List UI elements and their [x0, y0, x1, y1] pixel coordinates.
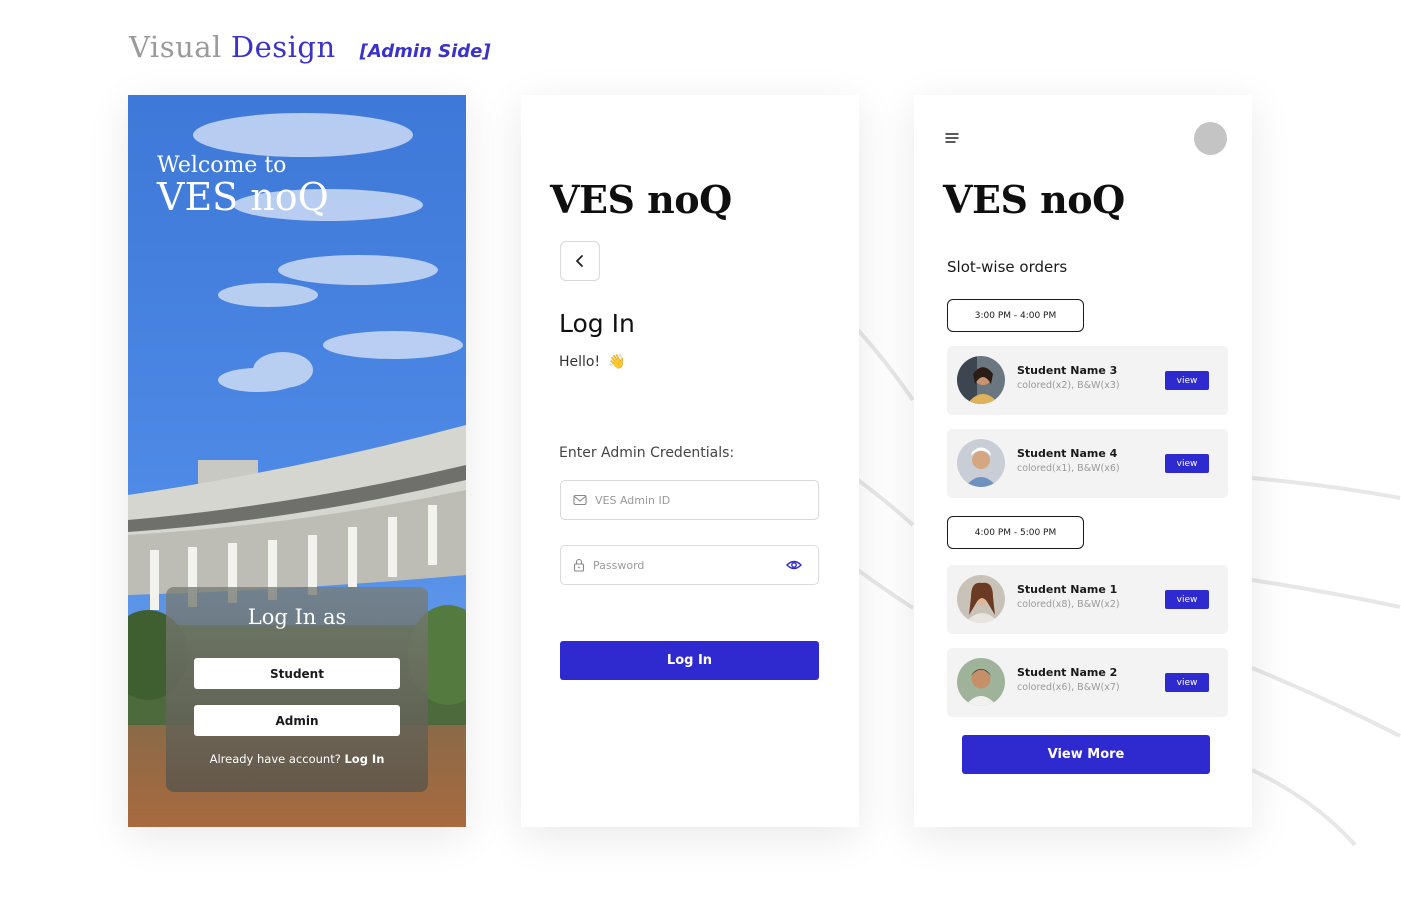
student-avatar: [957, 575, 1005, 623]
brand-title: VES noQ: [550, 177, 732, 222]
order-detail: colored(x6), B&W(x7): [1017, 682, 1120, 693]
student-avatar: [957, 658, 1005, 706]
section-title: Slot-wise orders: [947, 258, 1068, 276]
heading-word-visual: Visual: [129, 30, 222, 64]
order-card: Student Name 3 colored(x2), B&W(x3) view: [947, 346, 1228, 415]
brand-title: VES noQ: [943, 177, 1125, 222]
view-order-button[interactable]: view: [1165, 371, 1209, 390]
view-order-button[interactable]: view: [1165, 590, 1209, 609]
view-order-button[interactable]: view: [1165, 454, 1209, 473]
credentials-label: Enter Admin Credentials:: [559, 445, 735, 461]
view-order-button[interactable]: view: [1165, 673, 1209, 692]
student-name: Student Name 3: [1017, 364, 1118, 377]
student-button[interactable]: Student: [194, 658, 400, 689]
page-heading: Visual Design [Admin Side]: [129, 30, 491, 64]
login-as-card: Log In as Student Admin Already have acc…: [166, 587, 428, 792]
admin-login-screen: VES noQ Log In Hello! 👋 Enter Admin Cred…: [521, 95, 859, 827]
welcome-screen: Welcome to VES noQ Log In as Student Adm…: [128, 95, 466, 827]
password-field[interactable]: [560, 545, 819, 585]
chevron-left-icon: [576, 255, 583, 267]
login-link[interactable]: Log In: [344, 752, 384, 766]
order-detail: colored(x1), B&W(x6): [1017, 463, 1120, 474]
admin-button[interactable]: Admin: [194, 705, 400, 736]
existing-account-prompt: Already have account? Log In: [166, 752, 428, 766]
view-more-button[interactable]: View More: [962, 735, 1210, 774]
existing-account-text: Already have account?: [209, 752, 341, 766]
mail-icon: [573, 494, 587, 506]
greeting: Hello! 👋: [559, 354, 626, 370]
login-as-title: Log In as: [247, 605, 347, 629]
order-card: Student Name 2 colored(x6), B&W(x7) view: [947, 648, 1228, 717]
eye-icon[interactable]: [786, 558, 802, 572]
slot-time-pill[interactable]: 4:00 PM - 5:00 PM: [947, 516, 1084, 549]
student-name: Student Name 1: [1017, 583, 1118, 596]
login-title: Log In: [559, 309, 635, 338]
menu-icon[interactable]: [945, 131, 959, 145]
profile-avatar[interactable]: [1194, 122, 1227, 155]
student-name: Student Name 4: [1017, 447, 1118, 460]
student-avatar: [957, 356, 1005, 404]
heading-word-design: Design: [230, 30, 336, 64]
slot-time-pill[interactable]: 3:00 PM - 4:00 PM: [947, 299, 1084, 332]
order-card: Student Name 4 colored(x1), B&W(x6) view: [947, 429, 1228, 498]
brand-title: VES noQ: [157, 175, 329, 219]
student-name: Student Name 2: [1017, 666, 1118, 679]
order-card: Student Name 1 colored(x8), B&W(x2) view: [947, 565, 1228, 634]
back-button[interactable]: [560, 241, 600, 281]
waving-hand-icon: 👋: [608, 354, 626, 370]
login-submit-button[interactable]: Log In: [560, 641, 819, 680]
lock-icon: [573, 558, 585, 572]
orders-screen: VES noQ Slot-wise orders 3:00 PM - 4:00 …: [914, 95, 1252, 827]
heading-tag: [Admin Side]: [359, 41, 491, 62]
admin-id-input[interactable]: [595, 493, 775, 507]
password-input[interactable]: [593, 558, 773, 572]
student-avatar: [957, 439, 1005, 487]
order-detail: colored(x8), B&W(x2): [1017, 599, 1120, 610]
greeting-text: Hello!: [559, 354, 601, 370]
admin-id-field[interactable]: [560, 480, 819, 520]
order-detail: colored(x2), B&W(x3): [1017, 380, 1120, 391]
